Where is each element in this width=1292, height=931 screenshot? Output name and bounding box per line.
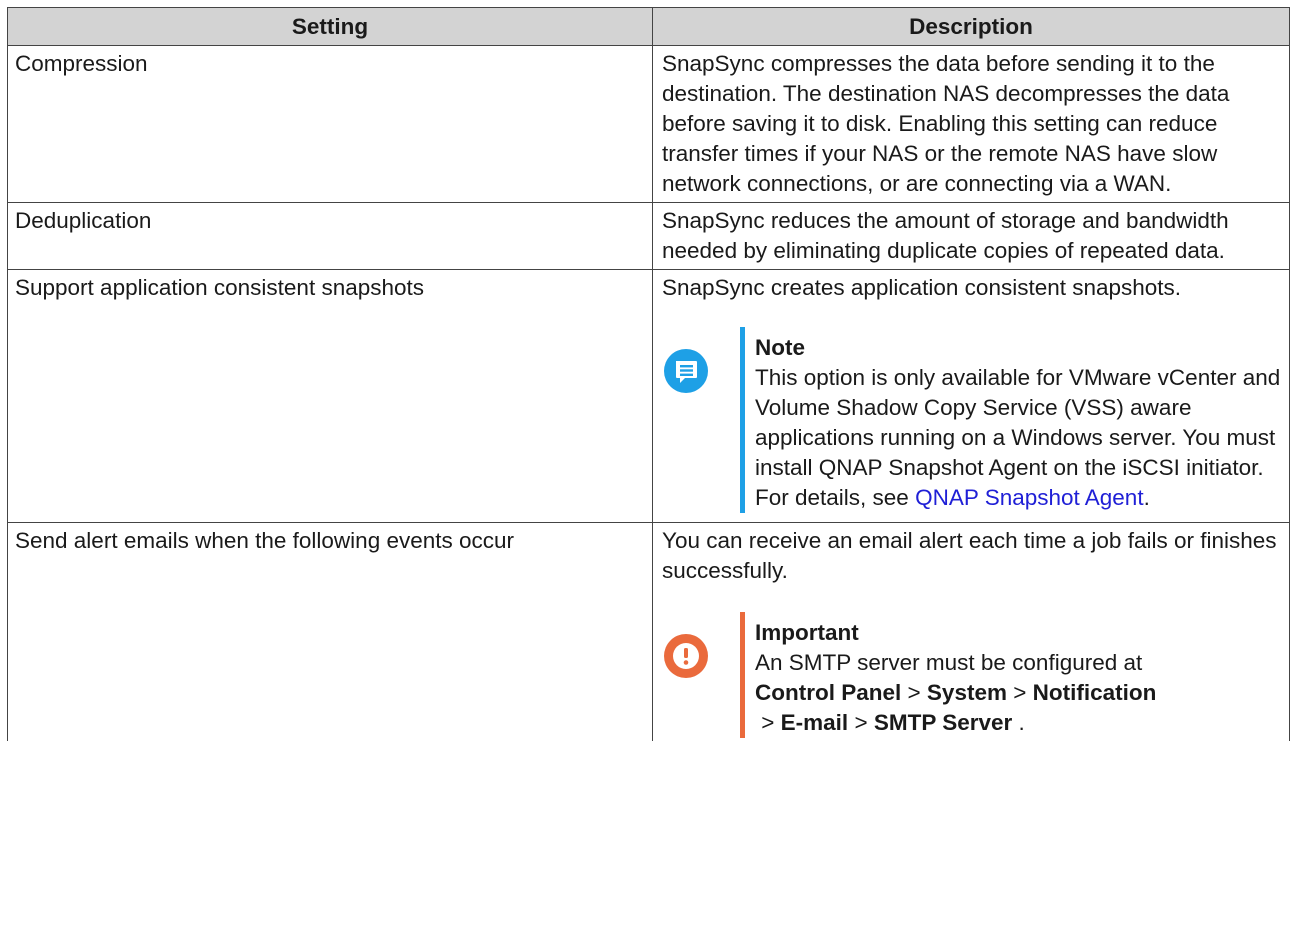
setting-description: SnapSync reduces the amount of storage a… (652, 202, 1290, 270)
table-row: Deduplication SnapSync reduces the amoun… (7, 202, 1290, 270)
important-text-end: . (1012, 710, 1025, 735)
note-callout: Note This option is only available for V… (662, 327, 1285, 519)
important-text-intro: An SMTP server must be configured at (755, 650, 1143, 675)
path-separator: > (848, 710, 874, 735)
column-header-description: Description (652, 7, 1290, 46)
setting-description: You can receive an email alert each time… (652, 522, 1290, 741)
important-text: An SMTP server must be configured at Con… (755, 648, 1285, 738)
important-accent-bar (740, 612, 745, 738)
setting-description: SnapSync compresses the data before send… (652, 45, 1290, 203)
table-row: Compression SnapSync compresses the data… (7, 45, 1290, 203)
note-accent-bar (740, 327, 745, 513)
column-header-setting: Setting (7, 7, 653, 46)
description-text: SnapSync compresses the data before send… (662, 51, 1230, 196)
menu-path-system: System (926, 680, 1007, 705)
description-text: SnapSync reduces the amount of storage a… (662, 208, 1229, 263)
note-body: Note This option is only available for V… (755, 327, 1285, 513)
setting-name: Deduplication (7, 202, 653, 270)
settings-table: Setting Description Compression SnapSync… (7, 7, 1290, 741)
path-separator: > (1006, 680, 1033, 705)
menu-path-smtp-server: SMTP Server (873, 710, 1013, 735)
important-callout: Important An SMTP server must be configu… (662, 612, 1285, 738)
note-title: Note (755, 335, 805, 360)
important-title: Important (755, 620, 859, 645)
important-body: Important An SMTP server must be configu… (755, 612, 1285, 738)
setting-description: SnapSync creates application consistent … (652, 269, 1290, 523)
table-row: Send alert emails when the following eve… (7, 522, 1290, 741)
description-text: SnapSync creates application consistent … (662, 275, 1182, 300)
setting-name: Send alert emails when the following eve… (7, 522, 653, 741)
description-text: You can receive an email alert each time… (662, 528, 1277, 583)
exclamation-icon (664, 634, 708, 678)
note-text-end: . (1143, 485, 1150, 510)
table-header-row: Setting Description (7, 7, 1290, 46)
qnap-snapshot-agent-link[interactable]: QNAP Snapshot Agent (915, 485, 1144, 510)
menu-path-notification: Notification (1032, 680, 1157, 705)
note-text: This option is only available for VMware… (755, 363, 1285, 513)
note-icon (664, 349, 708, 393)
setting-name: Compression (7, 45, 653, 203)
setting-name: Support application consistent snapshots (7, 269, 653, 523)
path-separator: > (755, 710, 781, 735)
path-separator: > (901, 680, 927, 705)
table-row: Support application consistent snapshots… (7, 269, 1290, 523)
menu-path-email: E-mail (780, 710, 849, 735)
menu-path-control-panel: Control Panel (755, 680, 902, 705)
